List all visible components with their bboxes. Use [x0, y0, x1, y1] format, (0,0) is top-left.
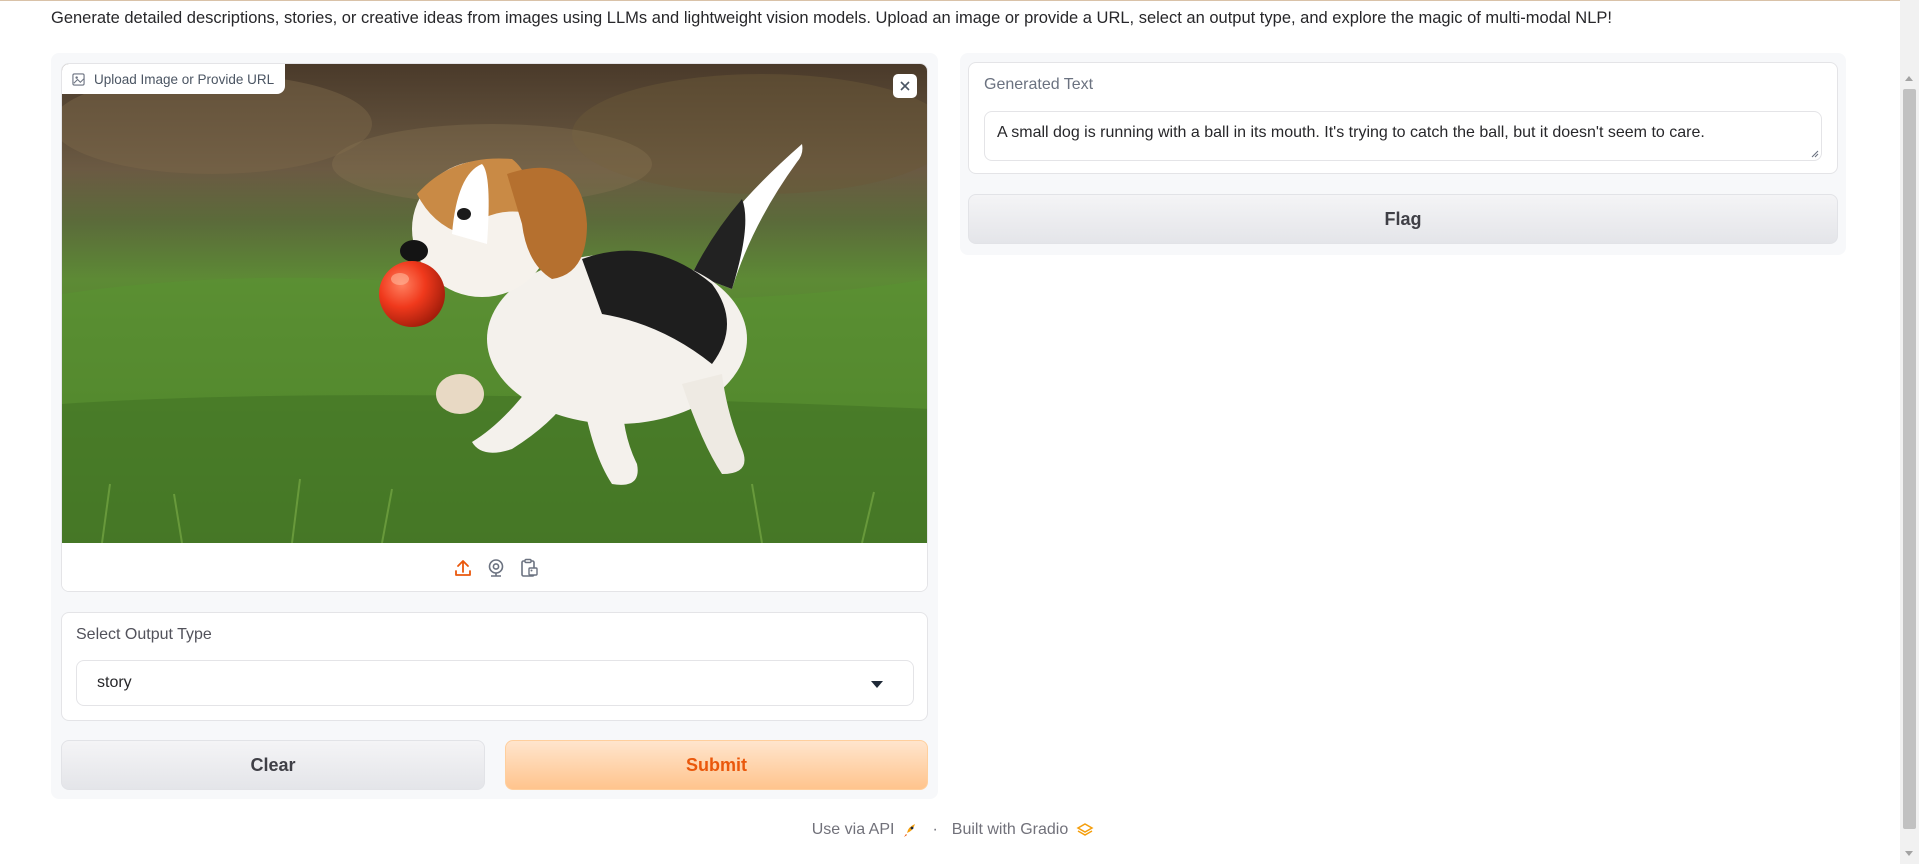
uploaded-image: [62, 64, 927, 543]
output-type-selected: story: [97, 674, 132, 691]
submit-button[interactable]: Submit: [505, 740, 928, 790]
output-type-block: Select Output Type story: [61, 612, 928, 721]
page-scrollbar[interactable]: [1900, 0, 1919, 864]
resize-handle-icon[interactable]: [1809, 148, 1819, 158]
image-source-bar: [62, 543, 927, 591]
footer: Use via API · Built with Gradio: [0, 821, 1900, 839]
output-type-label: Select Output Type: [76, 626, 212, 643]
gradio-logo-icon: [1076, 823, 1094, 836]
generated-text-block: Generated Text A small dog is running wi…: [968, 62, 1838, 174]
top-border: [0, 0, 1900, 1]
app-description: Generate detailed descriptions, stories,…: [51, 9, 1612, 27]
upload-icon[interactable]: [452, 557, 474, 579]
chevron-down-icon: [871, 681, 883, 688]
image-input[interactable]: Upload Image or Provide URL: [61, 63, 928, 592]
footer-separator: ·: [932, 821, 938, 838]
output-type-dropdown[interactable]: story: [76, 660, 914, 706]
built-with-gradio-link[interactable]: Built with Gradio: [952, 821, 1095, 839]
image-icon: [72, 72, 85, 86]
use-via-api-link[interactable]: Use via API: [812, 821, 919, 839]
use-via-api-text: Use via API: [811, 821, 895, 838]
input-panel: Upload Image or Provide URL Select Outpu…: [51, 53, 938, 799]
scrollbar-thumb[interactable]: [1903, 89, 1916, 829]
flag-button[interactable]: Flag: [968, 194, 1838, 244]
clipboard-icon[interactable]: [518, 557, 540, 579]
scroll-up-icon[interactable]: [1905, 76, 1913, 81]
webcam-icon[interactable]: [485, 557, 507, 579]
clear-image-button[interactable]: [893, 74, 917, 98]
built-with-gradio-text: Built with Gradio: [951, 821, 1069, 838]
close-icon: [900, 81, 910, 91]
scroll-down-icon[interactable]: [1905, 851, 1913, 856]
generated-text-value: A small dog is running with a ball in it…: [997, 124, 1705, 141]
clear-button[interactable]: Clear: [61, 740, 485, 790]
output-panel: Generated Text A small dog is running wi…: [960, 53, 1846, 255]
rocket-icon: [904, 824, 916, 837]
image-input-label: Upload Image or Provide URL: [62, 64, 286, 94]
generated-text-output[interactable]: A small dog is running with a ball in it…: [984, 111, 1822, 161]
generated-text-label: Generated Text: [984, 76, 1094, 93]
image-input-label-text: Upload Image or Provide URL: [94, 71, 275, 87]
